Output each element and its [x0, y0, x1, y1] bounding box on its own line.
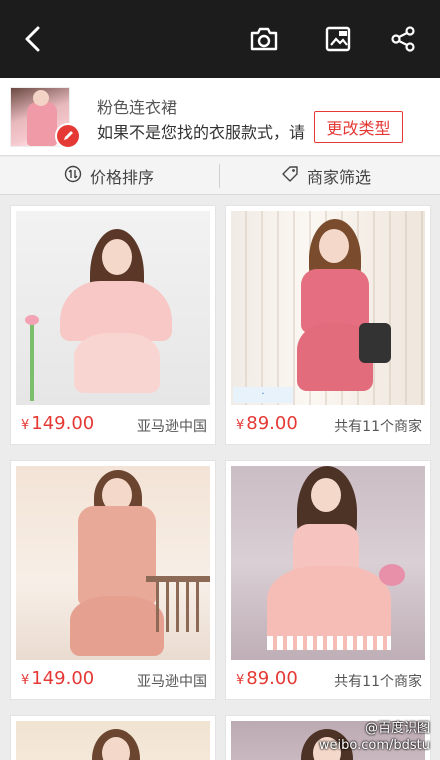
top-bar — [0, 0, 440, 78]
tag-icon — [281, 165, 299, 187]
product-seller[interactable]: 共有11个商家 — [334, 416, 422, 436]
change-type-button[interactable]: 更改类型 — [314, 111, 403, 143]
product-price: ¥149.00 — [21, 413, 95, 434]
product-seller[interactable]: 亚马逊中国 — [137, 416, 207, 436]
product-image[interactable]: · — [231, 211, 425, 405]
product-card[interactable]: · ¥89.00 共有11个商家 — [225, 205, 431, 445]
product-card[interactable]: ¥149.00 亚马逊中国 — [10, 460, 216, 700]
product-price: ¥89.00 — [236, 413, 298, 434]
product-image[interactable] — [231, 466, 425, 660]
filter-divider — [219, 164, 220, 188]
product-seller[interactable]: 共有11个商家 — [334, 671, 422, 691]
product-image[interactable] — [16, 721, 210, 760]
product-price: ¥89.00 — [236, 668, 298, 689]
watermark: @百度识图 weibo.com/bdstu — [318, 721, 430, 753]
price-sort-button[interactable]: 价格排序 — [64, 157, 154, 195]
product-image[interactable] — [16, 211, 210, 405]
back-arrow-icon[interactable] — [16, 22, 50, 56]
product-image[interactable] — [16, 466, 210, 660]
merchant-filter-label: 商家筛选 — [307, 168, 372, 187]
query-title: 粉色连衣裙 — [97, 98, 178, 117]
query-subtitle: 如果不是您找的衣服款式，请 — [97, 123, 306, 142]
product-price: ¥149.00 — [21, 668, 95, 689]
image-icon[interactable] — [321, 22, 355, 56]
share-icon[interactable] — [386, 22, 420, 56]
sort-icon — [64, 165, 82, 187]
product-seller[interactable]: 亚马逊中国 — [137, 671, 207, 691]
price-sort-label: 价格排序 — [90, 168, 155, 187]
product-card[interactable]: ¥149.00 亚马逊中国 — [10, 205, 216, 445]
camera-icon[interactable] — [247, 22, 281, 56]
edit-icon[interactable] — [55, 123, 81, 149]
product-card-partial[interactable] — [10, 715, 216, 760]
filter-bar: 价格排序 商家筛选 — [0, 157, 440, 195]
merchant-filter-button[interactable]: 商家筛选 — [281, 157, 371, 195]
product-card[interactable]: ¥89.00 共有11个商家 — [225, 460, 431, 700]
